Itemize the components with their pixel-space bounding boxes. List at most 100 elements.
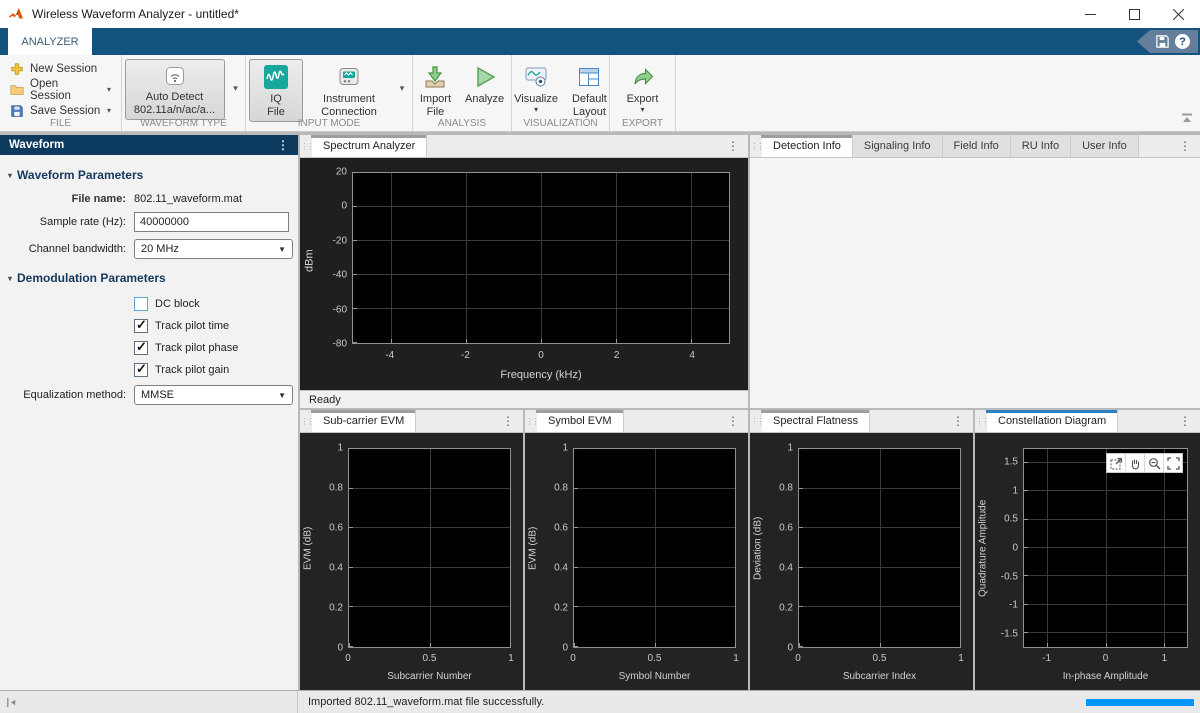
dc-block-checkbox[interactable] [134, 297, 148, 311]
open-in-figure-icon[interactable] [1107, 454, 1125, 472]
ribbon-toolbar: New Session Open Session ▾ Save Session … [0, 55, 1200, 132]
tab-symbol-evm[interactable]: Symbol EVM [537, 410, 624, 432]
panel-drag-handle[interactable]: ⋮⋮ [300, 410, 312, 432]
chevron-down-icon: ▼ [278, 391, 286, 400]
visualize-dropdown-arrow[interactable]: ▾ [534, 106, 538, 113]
tab-signaling-info[interactable]: Signaling Info [853, 135, 943, 157]
export-arrow-icon [630, 64, 656, 90]
auto-detect-button[interactable]: Auto Detect 802.11a/n/ac/a... [125, 59, 225, 120]
open-folder-icon [10, 83, 24, 97]
input-mode-dropdown-arrow[interactable]: ▾ [394, 59, 410, 117]
quick-access-toolbar: ? [1137, 30, 1198, 53]
analyze-button[interactable]: Analyze [460, 59, 509, 109]
iq-file-icon [263, 64, 289, 90]
dc-block-checkbox-row[interactable]: DC block [134, 297, 298, 311]
track-pilot-gain-checkbox-row[interactable]: Track pilot gain [134, 363, 298, 377]
new-session-button[interactable]: New Session [0, 58, 121, 79]
quick-save-icon[interactable] [1155, 34, 1170, 49]
pan-hand-icon[interactable] [1125, 454, 1144, 472]
track-pilot-time-checkbox[interactable] [134, 319, 148, 333]
default-layout-button[interactable]: Default Layout [567, 59, 612, 122]
spectral-flatness-tab-bar: ⋮⋮ Spectral Flatness ⋮ [750, 410, 973, 433]
section-input-mode: IQ File Instrument Connection ▾ INPUT MO… [246, 55, 413, 131]
open-session-button[interactable]: Open Session ▾ [0, 79, 121, 100]
tab-user-info[interactable]: User Info [1071, 135, 1139, 157]
spectral-flatness-menu-icon[interactable]: ⋮ [943, 410, 973, 432]
y-axis-ticks: 00.20.40.60.81 [764, 448, 796, 648]
window-title: Wireless Waveform Analyzer - untitled* [32, 7, 239, 21]
track-pilot-phase-checkbox-row[interactable]: Track pilot phase [134, 341, 298, 355]
panel-drag-handle[interactable]: ⋮⋮ [300, 135, 312, 157]
demodulation-parameters-section-header[interactable]: ▾ Demodulation Parameters [0, 266, 298, 289]
sample-rate-input[interactable] [134, 212, 289, 232]
plot-axes[interactable] [573, 448, 736, 648]
tab-analyzer[interactable]: ANALYZER [8, 28, 92, 55]
plot-axes[interactable] [348, 448, 511, 648]
waveform-type-dropdown-arrow[interactable]: ▾ [228, 59, 244, 117]
instrument-connection-button[interactable]: Instrument Connection [307, 59, 391, 122]
axes-toolbar [1106, 453, 1183, 473]
progress-bar [1086, 699, 1194, 706]
spectrum-plot[interactable]: dBm 200-20-40-60-80 -4-2024 Frequency (k… [302, 160, 746, 388]
panel-drag-handle[interactable]: ⋮⋮ [975, 410, 987, 432]
plot-axes[interactable] [1023, 448, 1188, 648]
collapse-ribbon-button[interactable] [1180, 110, 1194, 128]
symbol-evm-menu-icon[interactable]: ⋮ [718, 410, 748, 432]
fit-to-view-icon[interactable] [1163, 454, 1182, 472]
tab-spectrum-analyzer[interactable]: Spectrum Analyzer [312, 135, 427, 157]
collapse-panel-icon[interactable] [5, 696, 18, 709]
subcarrier-evm-menu-icon[interactable]: ⋮ [493, 410, 523, 432]
tab-constellation-diagram[interactable]: Constellation Diagram [987, 410, 1118, 432]
save-session-dropdown-arrow[interactable]: ▾ [107, 106, 111, 115]
iq-file-button[interactable]: IQ File [249, 59, 303, 122]
close-button[interactable] [1156, 0, 1200, 28]
import-file-icon [422, 64, 448, 90]
spectral-flatness-panel: ⋮⋮ Spectral Flatness ⋮ Deviation (dB) 00… [750, 410, 973, 690]
waveform-parameters-section-header[interactable]: ▾ Waveform Parameters [0, 163, 298, 186]
export-dropdown-arrow[interactable]: ▾ [640, 106, 644, 113]
tab-field-info[interactable]: Field Info [943, 135, 1011, 157]
open-session-dropdown-arrow[interactable]: ▾ [107, 85, 111, 94]
help-icon[interactable]: ? [1175, 34, 1190, 49]
tab-subcarrier-evm[interactable]: Sub-carrier EVM [312, 410, 416, 432]
new-session-icon [10, 62, 24, 76]
import-file-button[interactable]: Import File [415, 59, 456, 122]
symbol-evm-plot[interactable]: EVM (dB) 00.20.40.60.81 00.51 Symbol Num… [527, 435, 746, 688]
panel-drag-handle[interactable]: ⋮⋮ [750, 410, 762, 432]
tab-ru-info[interactable]: RU Info [1011, 135, 1071, 157]
constellation-plot[interactable]: Quadrature Amplitude -1.5-1-0.500.511.5 [977, 435, 1198, 688]
collapse-triangle-icon: ▾ [8, 171, 12, 180]
panel-drag-handle[interactable]: ⋮⋮ [750, 135, 762, 157]
info-panel-menu-icon[interactable]: ⋮ [1170, 135, 1200, 157]
section-analysis: Import File Analyze ANALYSIS [413, 55, 512, 131]
export-button[interactable]: Export ▾ [614, 59, 672, 116]
subcarrier-evm-plot[interactable]: EVM (dB) 00.20.40.60.81 00.51 Subcarrier… [302, 435, 521, 688]
tab-spectral-flatness[interactable]: Spectral Flatness [762, 410, 870, 432]
plot-axes[interactable] [798, 448, 961, 648]
visualize-button[interactable]: Visualize ▾ [509, 59, 563, 116]
minimize-button[interactable] [1068, 0, 1112, 28]
equalization-method-label: Equalization method: [0, 389, 134, 401]
spectrum-panel-menu-icon[interactable]: ⋮ [718, 135, 748, 157]
channel-bandwidth-label: Channel bandwidth: [0, 243, 134, 255]
tab-detection-info[interactable]: Detection Info [762, 135, 853, 157]
spectrum-plot-axes[interactable] [352, 172, 730, 344]
spectral-flatness-plot[interactable]: Deviation (dB) 00.20.40.60.81 00.51 Subc… [752, 435, 971, 688]
panel-drag-handle[interactable]: ⋮⋮ [525, 410, 537, 432]
info-tab-bar: ⋮⋮ Detection Info Signaling Info Field I… [750, 135, 1200, 158]
channel-bandwidth-select[interactable]: 20 MHz ▼ [134, 239, 293, 259]
y-axis-ticks: -1.5-1-0.500.511.5 [989, 448, 1021, 648]
constellation-menu-icon[interactable]: ⋮ [1170, 410, 1200, 432]
x-axis-label: Subcarrier Index [798, 671, 961, 682]
spectrum-x-axis-label: Frequency (kHz) [352, 369, 730, 381]
x-axis-label: Symbol Number [573, 671, 736, 682]
analyze-play-icon [472, 64, 498, 90]
equalization-method-select[interactable]: MMSE ▼ [134, 385, 293, 405]
section-file: New Session Open Session ▾ Save Session … [0, 55, 122, 131]
track-pilot-time-checkbox-row[interactable]: Track pilot time [134, 319, 298, 333]
zoom-out-icon[interactable] [1144, 454, 1163, 472]
track-pilot-gain-checkbox[interactable] [134, 363, 148, 377]
maximize-button[interactable] [1112, 0, 1156, 28]
waveform-panel-menu-icon[interactable]: ⋮ [277, 138, 289, 152]
track-pilot-phase-checkbox[interactable] [134, 341, 148, 355]
